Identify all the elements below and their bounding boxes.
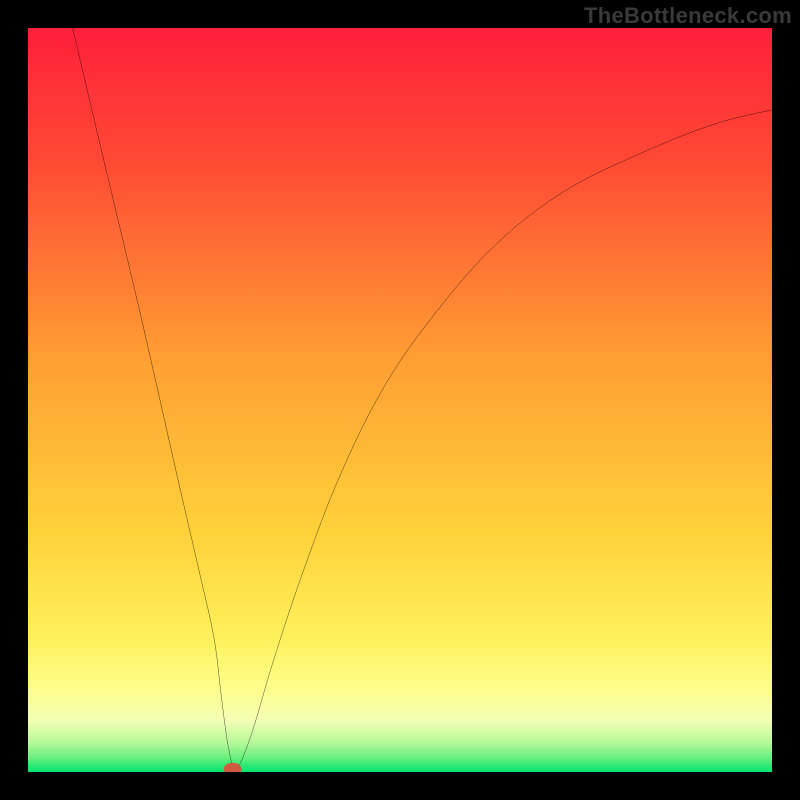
watermark-label: TheBottleneck.com [584,3,792,29]
chart-frame: TheBottleneck.com [0,0,800,800]
bottleneck-chart [28,28,772,772]
gradient-background [28,28,772,772]
